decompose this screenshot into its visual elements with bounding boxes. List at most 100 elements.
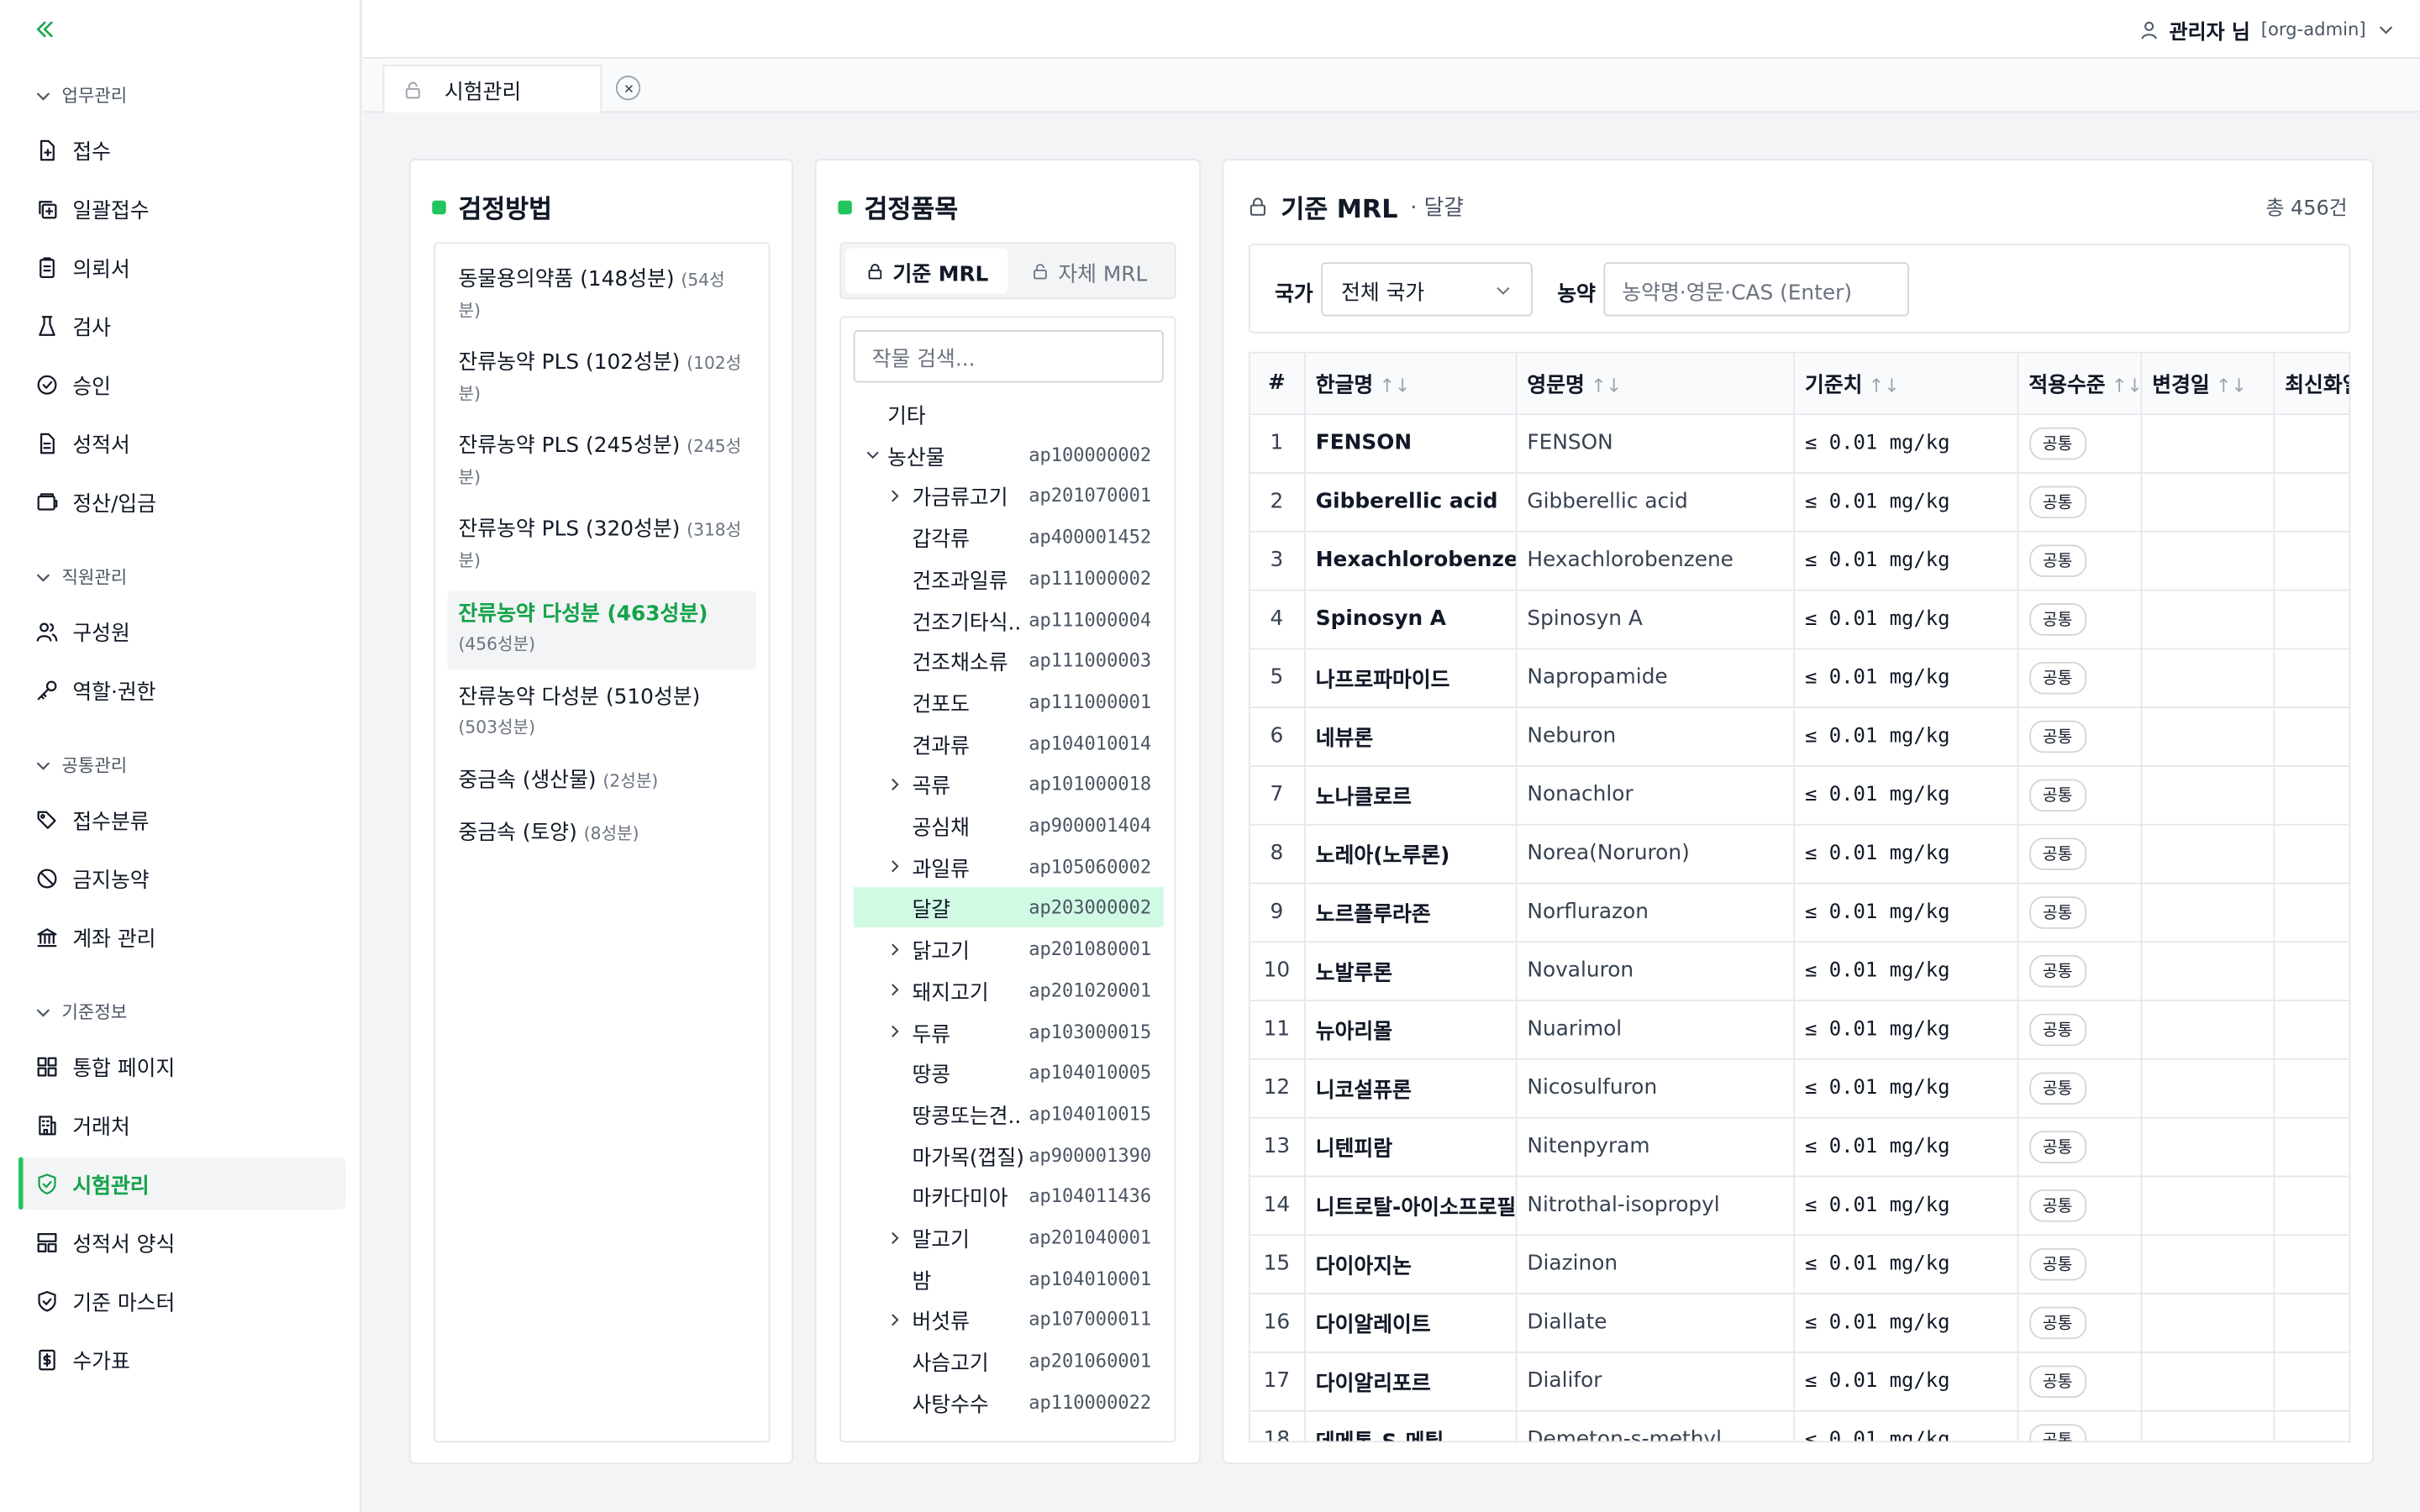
column-header[interactable]: 적용수준 ↑↓	[2017, 353, 2142, 415]
chevron-right-icon[interactable]	[884, 940, 902, 958]
tree-node[interactable]: 건조과일류 ap111000002	[854, 559, 1164, 599]
sidebar-item[interactable]: 승인	[18, 358, 345, 410]
chevron-right-icon[interactable]	[884, 1310, 902, 1329]
sidebar-item[interactable]: 수가표	[18, 1333, 345, 1385]
column-header[interactable]: 한글명 ↑↓	[1304, 353, 1517, 415]
table-row[interactable]: 5 나프로파마이드 Napropamide ≤ 0.01 mg/kg 공통	[1249, 648, 2349, 708]
tree-node[interactable]: 밤 ap104010001	[854, 1258, 1164, 1299]
table-row[interactable]: 13 니텐피람 Nitenpyram ≤ 0.01 mg/kg 공통	[1249, 1116, 2349, 1177]
sidebar-item[interactable]: 기준 마스터	[18, 1274, 345, 1326]
tree-node[interactable]: 달걀 ap203000002	[853, 887, 1164, 928]
chevron-down-icon[interactable]	[863, 445, 881, 464]
sidebar-item[interactable]: 금지농약	[18, 852, 345, 904]
sidebar-item[interactable]: 일괄접수	[18, 182, 345, 234]
sidebar-item[interactable]: 성적서	[18, 417, 345, 469]
sidebar-item[interactable]: 시험관리	[18, 1157, 346, 1210]
table-row[interactable]: 6 네뷰론 Neburon ≤ 0.01 mg/kg 공통	[1249, 706, 2349, 766]
tree-node[interactable]: 버섯류 ap107000011	[854, 1299, 1164, 1340]
sort-icon[interactable]: ↑↓	[2216, 375, 2247, 397]
table-row[interactable]: 15 다이아지논 Diazinon ≤ 0.01 mg/kg 공통	[1249, 1234, 2349, 1294]
table-row[interactable]: 1 FENSON FENSON ≤ 0.01 mg/kg 공통	[1249, 413, 2349, 473]
table-row[interactable]: 17 다이알리포르 Dialifor ≤ 0.01 mg/kg 공통	[1249, 1351, 2349, 1411]
sidebar-section-header[interactable]: 기준정보	[34, 1000, 127, 1024]
sort-icon[interactable]: ↑↓	[1869, 375, 1900, 397]
sidebar-item[interactable]: 계좌 관리	[18, 911, 345, 963]
tree-node[interactable]: 말고기 ap201040001	[854, 1217, 1164, 1257]
table-row[interactable]: 16 다이알레이트 Diallate ≤ 0.01 mg/kg 공통	[1249, 1293, 2349, 1352]
table-row[interactable]: 2 Gibberellic acid Gibberellic acid ≤ 0.…	[1249, 472, 2349, 532]
tree-node[interactable]: 견과류 ap104010014	[854, 723, 1164, 764]
tree-node[interactable]: 곡류 ap101000018	[854, 764, 1164, 805]
tree-node[interactable]: 닭고기 ap201080001	[854, 929, 1164, 969]
method-item[interactable]: 잔류농약 PLS (102성분) (102성분)	[448, 339, 756, 418]
sidebar-item[interactable]: 의뢰서	[18, 241, 345, 293]
table-row[interactable]: 14 니트로탈-아이소프로필 Nitrothal-isopropyl ≤ 0.0…	[1249, 1175, 2349, 1236]
sidebar-item[interactable]: 거래처	[18, 1099, 345, 1151]
tab-test-management[interactable]: 시험관리	[382, 65, 602, 113]
tree-node[interactable]: 공심채 ap900001404	[854, 806, 1164, 846]
crop-search-input[interactable]: 작물 검색...	[853, 330, 1164, 383]
chevron-right-icon[interactable]	[884, 858, 902, 876]
sidebar-item[interactable]: 역할·권한	[18, 664, 345, 716]
tree-node[interactable]: 건포도 ap111000001	[854, 682, 1164, 722]
column-header[interactable]: 기준치 ↑↓	[1793, 353, 2018, 415]
table-row[interactable]: 18 데메톤-S-메틸 Demeton-s-methyl ≤ 0.01 mg/k…	[1249, 1410, 2349, 1441]
table-row[interactable]: 12 니코설퓨론 Nicosulfuron ≤ 0.01 mg/kg 공통	[1249, 1058, 2349, 1118]
tree-node[interactable]: 농산물 ap100000002	[854, 434, 1164, 475]
method-item[interactable]: 잔류농약 다성분 (510성분) (503성분)	[448, 674, 756, 753]
tree-node[interactable]: 돼지고기 ap201020001	[854, 970, 1164, 1011]
sidebar-item[interactable]: 구성원	[18, 605, 345, 657]
sort-icon[interactable]: ↑↓	[1380, 375, 1411, 397]
tree-node[interactable]: 과일류 ap105060002	[854, 847, 1164, 887]
table-row[interactable]: 7 노나클로르 Nonachlor ≤ 0.01 mg/kg 공통	[1249, 765, 2349, 825]
table-row[interactable]: 11 뉴아리몰 Nuarimol ≤ 0.01 mg/kg 공통	[1249, 1000, 2349, 1059]
tree-node[interactable]: 땅콩 ap104010005	[854, 1053, 1164, 1093]
tree-node[interactable]: 사탕수수 ap110000022	[854, 1382, 1164, 1422]
method-item[interactable]: 잔류농약 PLS (245성분) (245성분)	[448, 423, 756, 502]
tree-node[interactable]: 마가목(껍질) ap900001390	[854, 1135, 1164, 1175]
table-row[interactable]: 3 Hexachlorobenzene Hexachlorobenzene ≤ …	[1249, 530, 2349, 591]
user-menu[interactable]: 관리자 님 [org-admin]	[2139, 0, 2396, 59]
tree-node[interactable]: 건조채소류 ap111000003	[854, 641, 1164, 681]
tree-node[interactable]: 땅콩또는견... ap104010015	[854, 1094, 1164, 1134]
tree-node[interactable]: 건조기타식... ap111000004	[854, 600, 1164, 640]
column-header[interactable]: 영문명 ↑↓	[1515, 353, 1795, 415]
sidebar-section-header[interactable]: 직원관리	[34, 564, 127, 589]
table-row[interactable]: 10 노발루론 Novaluron ≤ 0.01 mg/kg 공통	[1249, 941, 2349, 1001]
pesticide-search-input[interactable]: 농약명·영문·CAS (Enter)	[1603, 262, 1909, 317]
sidebar-item[interactable]: 접수분류	[18, 793, 345, 845]
table-row[interactable]: 4 Spinosyn A Spinosyn A ≤ 0.01 mg/kg 공통	[1249, 589, 2349, 649]
chevron-right-icon[interactable]	[884, 1228, 902, 1247]
tree-node[interactable]: 두류 ap103000015	[854, 1011, 1164, 1052]
method-item[interactable]: 중금속 (토양) (8성분)	[448, 811, 756, 859]
chevron-right-icon[interactable]	[884, 775, 902, 794]
segment-custom-mrl[interactable]: 자체 MRL	[1007, 249, 1170, 293]
chevron-right-icon[interactable]	[884, 486, 902, 505]
tree-node[interactable]: 사슴고기 ap201060001	[854, 1341, 1164, 1381]
country-select[interactable]: 전체 국가	[1321, 262, 1533, 317]
chevron-right-icon[interactable]	[884, 1022, 902, 1041]
method-item[interactable]: 동물용의약품 (148성분) (54성분)	[448, 256, 756, 335]
tree-node[interactable]: 갑각류 ap400001452	[854, 517, 1164, 557]
sort-icon[interactable]: ↑↓	[1591, 375, 1622, 397]
chevron-right-icon[interactable]	[884, 981, 902, 1000]
sidebar-item[interactable]: 통합 페이지	[18, 1040, 345, 1092]
method-item[interactable]: 중금속 (생산물) (2성분)	[448, 757, 756, 806]
sidebar-section-header[interactable]: 업무관리	[34, 83, 127, 108]
method-item[interactable]: 잔류농약 PLS (320성분) (318성분)	[448, 507, 756, 585]
sidebar-item[interactable]: 정산/입금	[18, 475, 345, 528]
collapse-sidebar-icon[interactable]	[31, 15, 59, 43]
tree-node[interactable]: 기타	[854, 393, 1164, 433]
sort-icon[interactable]: ↑↓	[2112, 375, 2139, 397]
sidebar-item[interactable]: 성적서 양식	[18, 1215, 345, 1268]
segment-standard-mrl[interactable]: 기준 MRL	[845, 248, 1008, 293]
method-item[interactable]: 잔류농약 다성분 (463성분) (456성분)	[447, 590, 756, 669]
tree-node[interactable]: 가금류고기 ap201070001	[854, 475, 1164, 516]
sidebar-item[interactable]: 검사	[18, 299, 345, 351]
close-tab-icon[interactable]	[615, 75, 641, 101]
column-header[interactable]: 최신화일	[2273, 353, 2349, 415]
table-row[interactable]: 8 노레아(노루론) Norea(Noruron) ≤ 0.01 mg/kg 공…	[1249, 823, 2349, 884]
tree-node[interactable]: 마카다미아 ap104011436	[854, 1176, 1164, 1216]
sidebar-section-header[interactable]: 공통관리	[34, 753, 127, 777]
table-row[interactable]: 9 노르플루라존 Norflurazon ≤ 0.01 mg/kg 공통	[1249, 882, 2349, 942]
